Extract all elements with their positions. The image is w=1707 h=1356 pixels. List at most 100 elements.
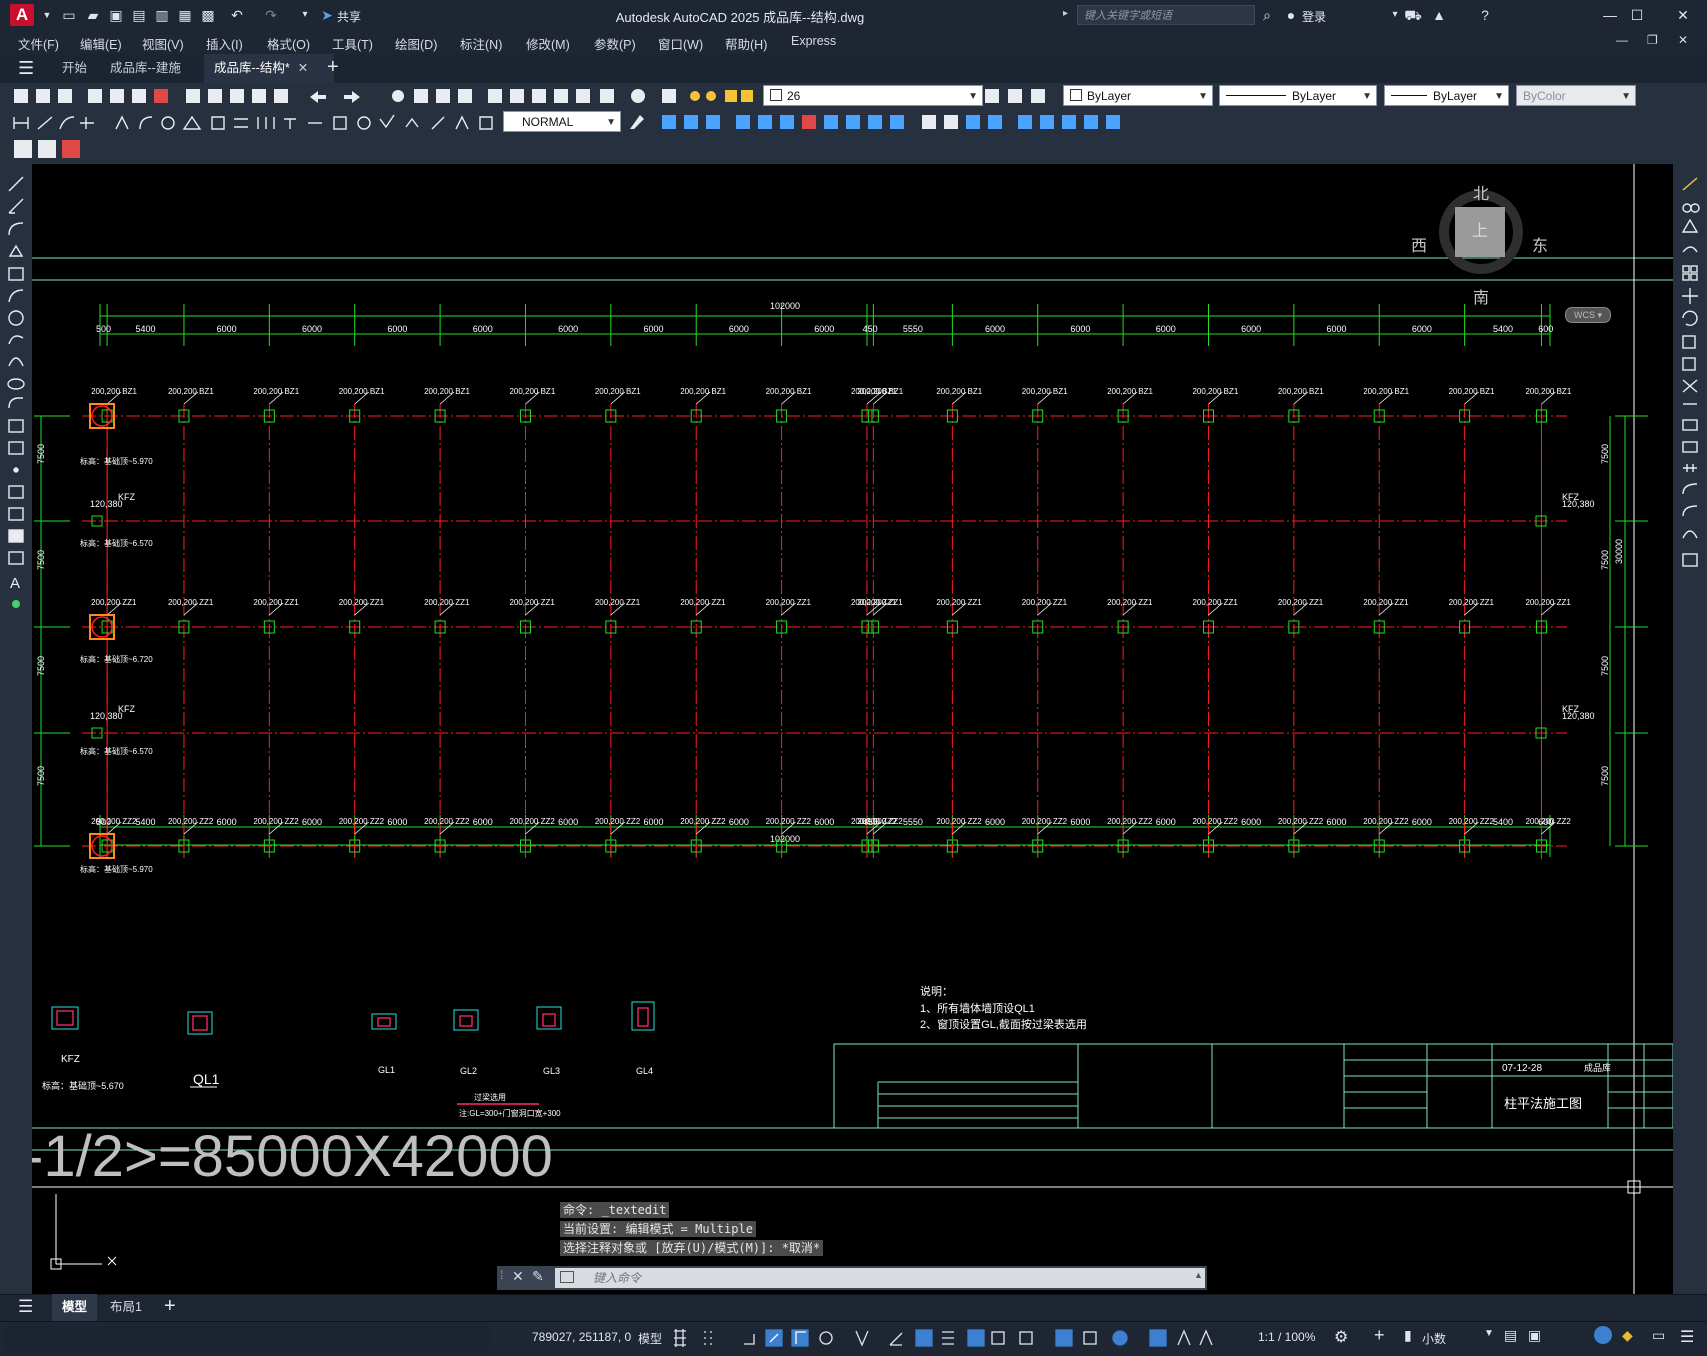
doc-restore-icon[interactable]: ❐	[1647, 33, 1658, 47]
tab-jianshi[interactable]: 成品库--建施	[100, 54, 191, 83]
doc-minimize-icon[interactable]: —	[1616, 33, 1628, 47]
layout-list-icon[interactable]: ☰	[18, 1297, 33, 1317]
search-icon[interactable]: ⌕	[1258, 6, 1276, 24]
search-expand-icon[interactable]: ▸	[1063, 8, 1068, 19]
lock-ui-icon[interactable]: ▣	[1528, 1327, 1541, 1344]
login-dropdown-icon[interactable]: ▾	[1386, 6, 1404, 24]
customize-qat-icon[interactable]: ▾	[296, 6, 314, 24]
chevron-down-icon: ▼	[1198, 91, 1208, 102]
dimension-label: 5550	[903, 324, 923, 334]
close-button[interactable]: ✕	[1663, 4, 1703, 26]
publish-icon[interactable]: ▦	[176, 6, 194, 24]
tab-close-icon[interactable]: ✕	[298, 61, 308, 75]
menu-draw[interactable]: 绘图(D)	[395, 34, 437, 53]
units-chevron-icon[interactable]: ▼	[1484, 1328, 1494, 1339]
command-history-toggle-icon[interactable]: ▲	[1194, 1270, 1203, 1280]
lineweight-dropdown[interactable]: ByLayer ▼	[1384, 85, 1509, 106]
dimension-label: 500	[96, 324, 111, 334]
save-icon[interactable]: ▣	[107, 6, 125, 24]
layer-dropdown[interactable]: 26 ▼	[763, 85, 983, 106]
modify-toolbar-icons[interactable]	[624, 109, 1144, 135]
help-icon[interactable]: ?	[1476, 6, 1494, 24]
plot-icon[interactable]: ▩	[199, 6, 217, 24]
new-file-icon[interactable]: ▭	[60, 6, 78, 24]
customization-menu-icon[interactable]: ☰	[1680, 1327, 1694, 1347]
hardware-acceleration-icon[interactable]: ◆	[1622, 1327, 1633, 1344]
viewcube-north[interactable]: 北	[1473, 180, 1489, 204]
viewcube-east[interactable]: 东	[1532, 232, 1548, 256]
undo-icon[interactable]: ↶	[228, 6, 246, 24]
coordinates-readout[interactable]: 789027, 251187, 0	[532, 1330, 631, 1344]
menu-help[interactable]: 帮助(H)	[725, 34, 767, 53]
redo-icon[interactable]: ↷	[262, 6, 280, 24]
draw-toolbar-icons[interactable]: A	[0, 164, 32, 624]
linetype-dropdown[interactable]: ByLayer ▼	[1219, 85, 1377, 106]
dimension-label: 6000	[1241, 817, 1261, 827]
menu-insert[interactable]: 插入(I)	[206, 34, 243, 53]
text-style-icon[interactable]	[38, 140, 56, 158]
command-input[interactable]: 键入命令	[555, 1268, 1205, 1288]
share-button[interactable]: 共享	[337, 8, 361, 25]
new-tab-plus-icon[interactable]: +	[327, 56, 339, 79]
isolate-objects-icon[interactable]	[1594, 1326, 1612, 1344]
plot-preview-icon[interactable]: ▥	[153, 6, 171, 24]
command-customize-icon[interactable]: ✎	[532, 1268, 544, 1285]
share-icon[interactable]: ➤	[318, 6, 336, 24]
menu-modify[interactable]: 修改(M)	[526, 34, 570, 53]
autodesk-app-icon[interactable]: ▲	[1430, 6, 1448, 24]
viewcube-west[interactable]: 西	[1411, 232, 1427, 256]
edit-block-icon[interactable]	[14, 140, 32, 158]
status-toggle-icons[interactable]	[670, 1326, 1230, 1350]
command-close-icon[interactable]: ✕	[512, 1268, 524, 1285]
table-style-icon[interactable]	[62, 140, 80, 158]
tab-layout1[interactable]: 布局1	[100, 1294, 152, 1321]
column-label: 200,200 ZZ2	[936, 817, 982, 826]
modify-side-icons[interactable]	[1673, 164, 1707, 574]
doc-close-icon[interactable]: ✕	[1678, 33, 1688, 47]
viewcube-south[interactable]: 南	[1473, 284, 1489, 308]
maximize-button[interactable]: ☐	[1617, 4, 1657, 26]
tab-start[interactable]: 开始	[52, 54, 97, 83]
dimension-toolbar-icons[interactable]	[0, 109, 500, 135]
menu-tools[interactable]: 工具(T)	[332, 34, 373, 53]
menu-edit[interactable]: 编辑(E)	[80, 34, 122, 53]
wcs-menu-button[interactable]: WCS ▾	[1565, 307, 1611, 323]
command-grip-icon[interactable]: ⁞	[500, 1268, 503, 1282]
open-folder-icon[interactable]: ▰	[84, 6, 102, 24]
menu-window[interactable]: 窗口(W)	[658, 34, 703, 53]
viewcube-top-face[interactable]: 上	[1455, 207, 1505, 257]
add-layout-plus-icon[interactable]: +	[164, 1295, 176, 1318]
menu-view[interactable]: 视图(V)	[142, 34, 184, 53]
app-menu-chevron-icon[interactable]: ▼	[38, 6, 56, 24]
dimstyle-dropdown[interactable]: NORMAL ▼	[503, 111, 621, 132]
units-dropdown[interactable]: 小数	[1422, 1330, 1446, 1347]
workspace-gear-icon[interactable]: ⚙	[1334, 1327, 1348, 1347]
annotation-monitor-plus-icon[interactable]: +	[1374, 1325, 1385, 1346]
menu-dimension[interactable]: 标注(N)	[460, 34, 502, 53]
plotstyle-dropdown[interactable]: ByColor ▼	[1516, 85, 1636, 106]
menu-format[interactable]: 格式(O)	[267, 34, 310, 53]
quick-properties-icon[interactable]: ▤	[1504, 1327, 1517, 1344]
tab-model[interactable]: 模型	[52, 1294, 98, 1321]
save-as-icon[interactable]: ▤	[130, 6, 148, 24]
menu-file[interactable]: 文件(F)	[18, 34, 59, 53]
model-space-toggle[interactable]: 模型	[638, 1330, 662, 1347]
hamburger-menu-icon[interactable]: ☰	[18, 58, 34, 79]
recent-commands-icon[interactable]	[560, 1271, 574, 1283]
drawing-canvas[interactable]: 1/2>=85000X42000 50054006000600060006000…	[32, 164, 1673, 1294]
login-button[interactable]: 登录	[1302, 8, 1326, 25]
column-label: 200,200 ZZ2	[1363, 817, 1409, 826]
menu-express[interactable]: Express	[791, 34, 836, 48]
clean-screen-icon[interactable]: ▭	[1652, 1327, 1665, 1344]
search-input[interactable]: 键入关键字或短语	[1077, 5, 1255, 25]
dimension-label: 6000	[729, 324, 749, 334]
wcs-label: WCS	[1573, 310, 1595, 320]
color-dropdown[interactable]: ByLayer ▼	[1063, 85, 1213, 106]
detail-gl3-label: GL3	[543, 1066, 560, 1076]
tab-jiegou[interactable]: 成品库--结构* ✕	[204, 54, 334, 83]
autocad-logo-icon[interactable]: A	[10, 4, 34, 26]
viewcube[interactable]: 上 北 南 西 东	[1411, 180, 1548, 308]
annotation-scale[interactable]: 1:1 / 100%	[1258, 1330, 1315, 1344]
menu-parametric[interactable]: 参数(P)	[594, 34, 636, 53]
cart-icon[interactable]: ⛟	[1404, 6, 1422, 24]
